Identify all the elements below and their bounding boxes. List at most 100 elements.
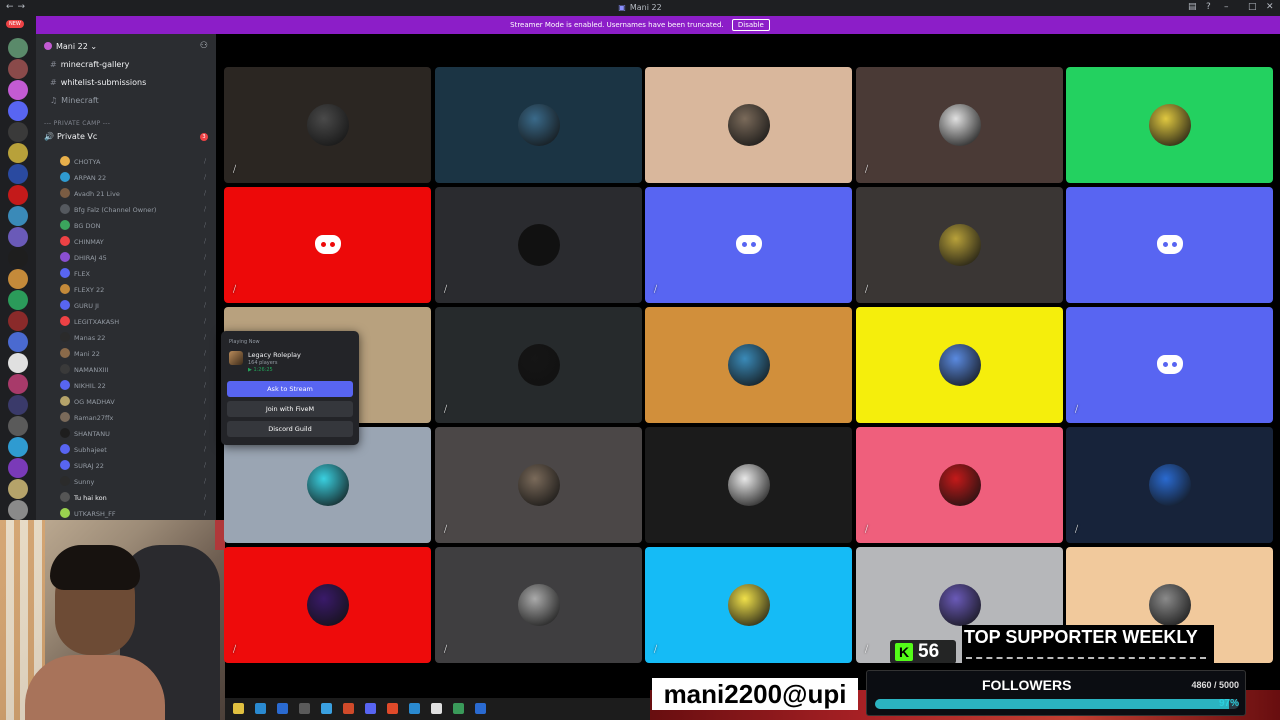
voice-member[interactable]: FLEX ⧸ <box>60 267 210 281</box>
voice-member[interactable]: SURAJ 22 ⧸ <box>60 459 210 473</box>
server-icon[interactable] <box>8 248 28 268</box>
participant-tile[interactable]: ⧸ <box>645 187 852 303</box>
streamer-mode-banner: Streamer Mode is enabled. Usernames have… <box>0 16 1280 34</box>
participant-tile[interactable] <box>856 307 1063 423</box>
voice-member[interactable]: NIKHIL 22 ⧸ <box>60 379 210 393</box>
participant-tile[interactable]: ⧸ <box>224 187 431 303</box>
server-icon[interactable] <box>8 437 28 457</box>
participant-tile[interactable] <box>435 67 642 183</box>
server-icon[interactable] <box>8 38 28 58</box>
server-icon[interactable] <box>8 80 28 100</box>
voice-member[interactable]: Mani 22 ⧸ <box>60 347 210 361</box>
voice-member[interactable]: NAMANXIII ⧸ <box>60 363 210 377</box>
voice-member[interactable]: Raman27ffx ⧸ <box>60 411 210 425</box>
server-icon[interactable] <box>8 101 28 121</box>
participant-tile[interactable]: ⧸ <box>1066 427 1273 543</box>
participant-tile[interactable]: ⧸ <box>435 427 642 543</box>
taskbar-app-icon[interactable] <box>233 703 244 714</box>
voice-member[interactable]: Manas 22 ⧸ <box>60 331 210 345</box>
voice-member[interactable]: ARPAN 22 ⧸ <box>60 171 210 185</box>
voice-member[interactable]: UTKARSH_FF ⧸ <box>60 507 210 520</box>
server-icon[interactable] <box>8 353 28 373</box>
taskbar-app-icon[interactable] <box>475 703 486 714</box>
voice-member[interactable]: Tu hai kon ⧸ <box>60 491 210 505</box>
channel-minecraft-gallery[interactable]: # minecraft-gallery <box>50 60 129 69</box>
voice-member[interactable]: Sunny ⧸ <box>60 475 210 489</box>
taskbar-app-icon[interactable] <box>255 703 266 714</box>
server-icon[interactable] <box>8 479 28 499</box>
voice-member[interactable]: FLEXY 22 ⧸ <box>60 283 210 297</box>
participant-tile[interactable] <box>1066 187 1273 303</box>
avatar <box>1148 104 1191 146</box>
server-icon[interactable] <box>8 311 28 331</box>
server-icon[interactable] <box>8 185 28 205</box>
server-icon[interactable] <box>8 500 28 520</box>
maximize-icon[interactable]: □ <box>1248 2 1257 12</box>
muted-mic-icon: ⧸ <box>865 165 869 175</box>
disable-streamer-mode-button[interactable]: Disable <box>731 19 770 31</box>
participant-tile[interactable]: ⧸ <box>856 67 1063 183</box>
participant-tile[interactable]: ⧸ <box>224 67 431 183</box>
close-icon[interactable]: ✕ <box>1266 2 1274 12</box>
taskbar-app-icon[interactable] <box>431 703 442 714</box>
voice-member[interactable]: CHINMAY ⧸ <box>60 235 210 249</box>
help-icon[interactable]: ? <box>1206 2 1211 12</box>
participant-tile[interactable]: ⧸ <box>856 427 1063 543</box>
participant-tile[interactable]: ⧸ <box>645 547 852 663</box>
participant-tile[interactable] <box>645 427 852 543</box>
participant-tile[interactable]: ⧸ <box>1066 307 1273 423</box>
taskbar-app-icon[interactable] <box>299 703 310 714</box>
ask-to-stream-button[interactable]: Ask to Stream <box>227 381 353 397</box>
voice-member[interactable]: SHANTANU ⧸ <box>60 427 210 441</box>
channel-minecraft[interactable]: ♫ Minecraft <box>50 96 99 105</box>
participant-tile[interactable] <box>645 67 852 183</box>
server-icon[interactable] <box>8 143 28 163</box>
add-member-icon[interactable]: ⚇ <box>200 41 208 51</box>
nav-arrows-icon[interactable]: ←→ <box>6 2 29 12</box>
voice-member[interactable]: OG MADHAV ⧸ <box>60 395 210 409</box>
participant-tile[interactable] <box>1066 67 1273 183</box>
server-icon[interactable] <box>8 59 28 79</box>
server-header[interactable]: Mani 22 ⌄ <box>44 42 97 51</box>
server-icon[interactable] <box>8 458 28 478</box>
participant-tile[interactable]: ⧸ <box>435 187 642 303</box>
server-icon[interactable] <box>8 227 28 247</box>
category-private-camp[interactable]: --- PRIVATE CAMP --- <box>44 120 110 127</box>
voice-member[interactable]: CHOTYA ⧸ <box>60 155 210 169</box>
taskbar-app-icon[interactable] <box>387 703 398 714</box>
discord-guild-button[interactable]: Discord Guild <box>227 421 353 437</box>
join-with-fivem-button[interactable]: Join with FiveM <box>227 401 353 417</box>
channel-whitelist-submissions[interactable]: # whitelist-submissions <box>50 78 146 87</box>
voice-member[interactable]: Bfg Falz (Channel Owner) ⧸ <box>60 203 210 217</box>
taskbar-app-icon[interactable] <box>365 703 376 714</box>
taskbar-app-icon[interactable] <box>277 703 288 714</box>
server-icon[interactable] <box>8 269 28 289</box>
muted-mic-icon: ⧸ <box>203 254 206 261</box>
participant-tile[interactable]: ⧸ <box>435 307 642 423</box>
taskbar-app-icon[interactable] <box>321 703 332 714</box>
server-icon[interactable] <box>8 206 28 226</box>
participant-tile[interactable]: ⧸ <box>856 187 1063 303</box>
taskbar-app-icon[interactable] <box>453 703 464 714</box>
inbox-icon[interactable]: ▤ <box>1188 2 1197 12</box>
server-icon[interactable] <box>8 290 28 310</box>
voice-member[interactable]: GURU JI ⧸ <box>60 299 210 313</box>
server-icon[interactable] <box>8 164 28 184</box>
minimize-icon[interactable]: – <box>1224 2 1229 12</box>
voice-member[interactable]: DHIRAJ 45 ⧸ <box>60 251 210 265</box>
participant-tile[interactable]: ⧸ <box>435 547 642 663</box>
server-icon[interactable] <box>8 122 28 142</box>
taskbar-app-icon[interactable] <box>409 703 420 714</box>
server-icon[interactable] <box>8 395 28 415</box>
taskbar-app-icon[interactable] <box>343 703 354 714</box>
voice-channel-private-vc[interactable]: 🔊 Private Vc <box>44 132 97 141</box>
participant-tile[interactable]: ⧸ <box>224 547 431 663</box>
voice-member[interactable]: Avadh 21 Live ⧸ <box>60 187 210 201</box>
voice-member[interactable]: LEGITXAKASH ⧸ <box>60 315 210 329</box>
voice-member[interactable]: Subhajeet ⧸ <box>60 443 210 457</box>
voice-member[interactable]: BG DON ⧸ <box>60 219 210 233</box>
server-icon[interactable] <box>8 332 28 352</box>
server-icon[interactable] <box>8 416 28 436</box>
server-icon[interactable] <box>8 374 28 394</box>
participant-tile[interactable] <box>645 307 852 423</box>
